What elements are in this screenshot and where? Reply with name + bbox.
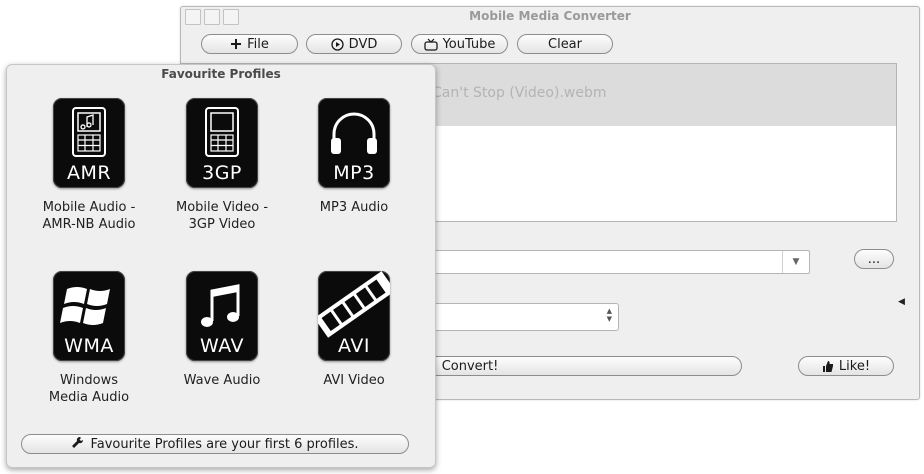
- file-name: Can't Stop (Video).webm: [432, 85, 607, 101]
- profile-amr[interactable]: AMR Mobile Audio - AMR-NB Audio: [19, 98, 159, 233]
- phone-music-icon[interactable]: AMR: [53, 98, 125, 188]
- favourite-profiles-panel: Favourite Profiles AMR Mobile Audio - AM…: [6, 64, 436, 468]
- profile-badge: AVI: [338, 335, 370, 357]
- chevron-down-icon[interactable]: ▼: [782, 251, 809, 273]
- add-file-label: File: [247, 36, 269, 52]
- disc-play-icon: [331, 37, 344, 51]
- headphones-icon[interactable]: MP3: [318, 98, 390, 188]
- add-file-button[interactable]: File: [201, 34, 298, 54]
- tv-icon: [423, 38, 438, 51]
- music-note-icon[interactable]: WAV: [186, 271, 258, 361]
- profile-badge: WAV: [199, 335, 245, 357]
- like-button[interactable]: Like!: [798, 356, 894, 376]
- favourite-profiles-note: Favourite Profiles are your first 6 prof…: [90, 436, 359, 452]
- profile-label: Windows Media Audio: [48, 373, 130, 405]
- profile-avi[interactable]: AVI AVI Video: [284, 271, 424, 389]
- youtube-label: YouTube: [442, 36, 496, 52]
- dvd-label: DVD: [348, 36, 378, 52]
- browse-button[interactable]: ...: [854, 249, 894, 269]
- profile-wma[interactable]: WMA Windows Media Audio: [19, 271, 159, 406]
- phone-icon[interactable]: 3GP: [186, 98, 258, 188]
- profile-badge: 3GP: [202, 162, 242, 184]
- thumbs-up-icon: [822, 360, 834, 373]
- wrench-icon: [71, 436, 84, 453]
- convert-label: Convert!: [441, 358, 499, 374]
- youtube-button[interactable]: YouTube: [411, 34, 508, 54]
- like-label: Like!: [838, 358, 871, 374]
- profile-badge: MP3: [333, 162, 375, 184]
- profile-label: Mobile Audio - AMR-NB Audio: [42, 200, 136, 232]
- clear-label: Clear: [548, 36, 582, 52]
- windows-logo-icon[interactable]: WMA: [53, 271, 125, 361]
- window-title: Mobile Media Converter: [469, 9, 631, 23]
- favourite-profiles-note-button[interactable]: Favourite Profiles are your first 6 prof…: [21, 434, 409, 454]
- profile-label: MP3 Audio: [319, 200, 389, 215]
- spin-arrows-icon[interactable]: ▲ ▼: [607, 307, 612, 323]
- profile-label: Wave Audio: [183, 373, 261, 388]
- profile-mp3[interactable]: MP3 MP3 Audio: [284, 98, 424, 216]
- profile-wav[interactable]: WAV Wave Audio: [152, 271, 292, 389]
- profile-label: AVI Video: [323, 373, 385, 388]
- expand-arrow-icon[interactable]: ◀: [898, 297, 905, 307]
- profile-3gp[interactable]: 3GP Mobile Video - 3GP Video: [152, 98, 292, 233]
- profile-badge: WMA: [64, 335, 114, 357]
- favourite-profiles-title: Favourite Profiles: [161, 67, 281, 81]
- browse-label: ...: [867, 251, 881, 267]
- profile-badge: AMR: [66, 162, 112, 184]
- profile-label: Mobile Video - 3GP Video: [175, 200, 269, 232]
- plus-icon: [230, 38, 242, 50]
- dvd-button[interactable]: DVD: [306, 34, 402, 54]
- clear-button[interactable]: Clear: [517, 34, 613, 54]
- film-strip-icon[interactable]: AVI: [318, 271, 390, 361]
